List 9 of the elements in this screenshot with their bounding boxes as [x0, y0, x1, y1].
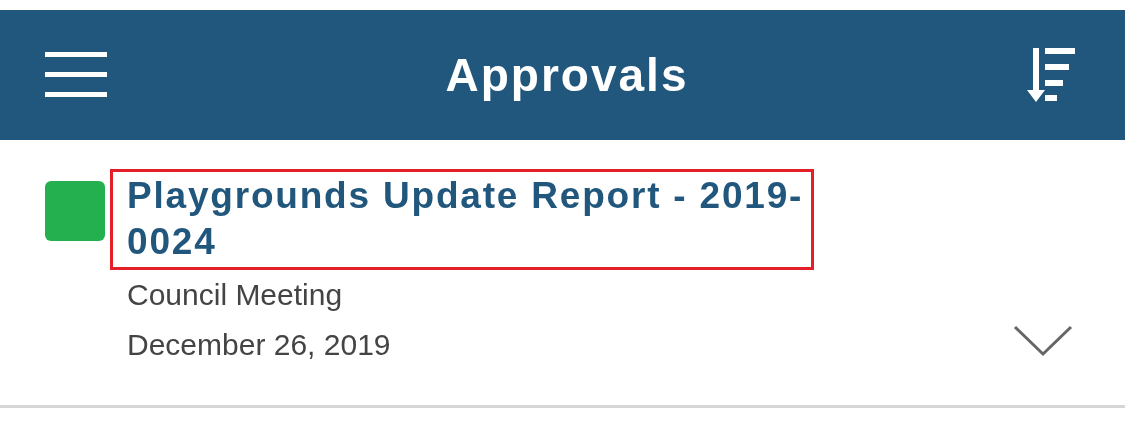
chevron-icon — [1013, 325, 1073, 357]
menu-icon — [45, 52, 107, 98]
item-title[interactable]: Playgrounds Update Report - 2019- 0024 — [110, 169, 815, 270]
menu-button[interactable] — [45, 52, 107, 98]
expand-button[interactable] — [1013, 325, 1073, 357]
page-title: Approvals — [445, 48, 689, 102]
meeting-date: December 26, 2019 — [127, 327, 391, 363]
approval-item[interactable]: Playgrounds Update Report - 2019- 0024 Council Meeting December 26, 2019 — [0, 140, 1125, 408]
meeting-name: Council Meeting — [127, 277, 343, 313]
